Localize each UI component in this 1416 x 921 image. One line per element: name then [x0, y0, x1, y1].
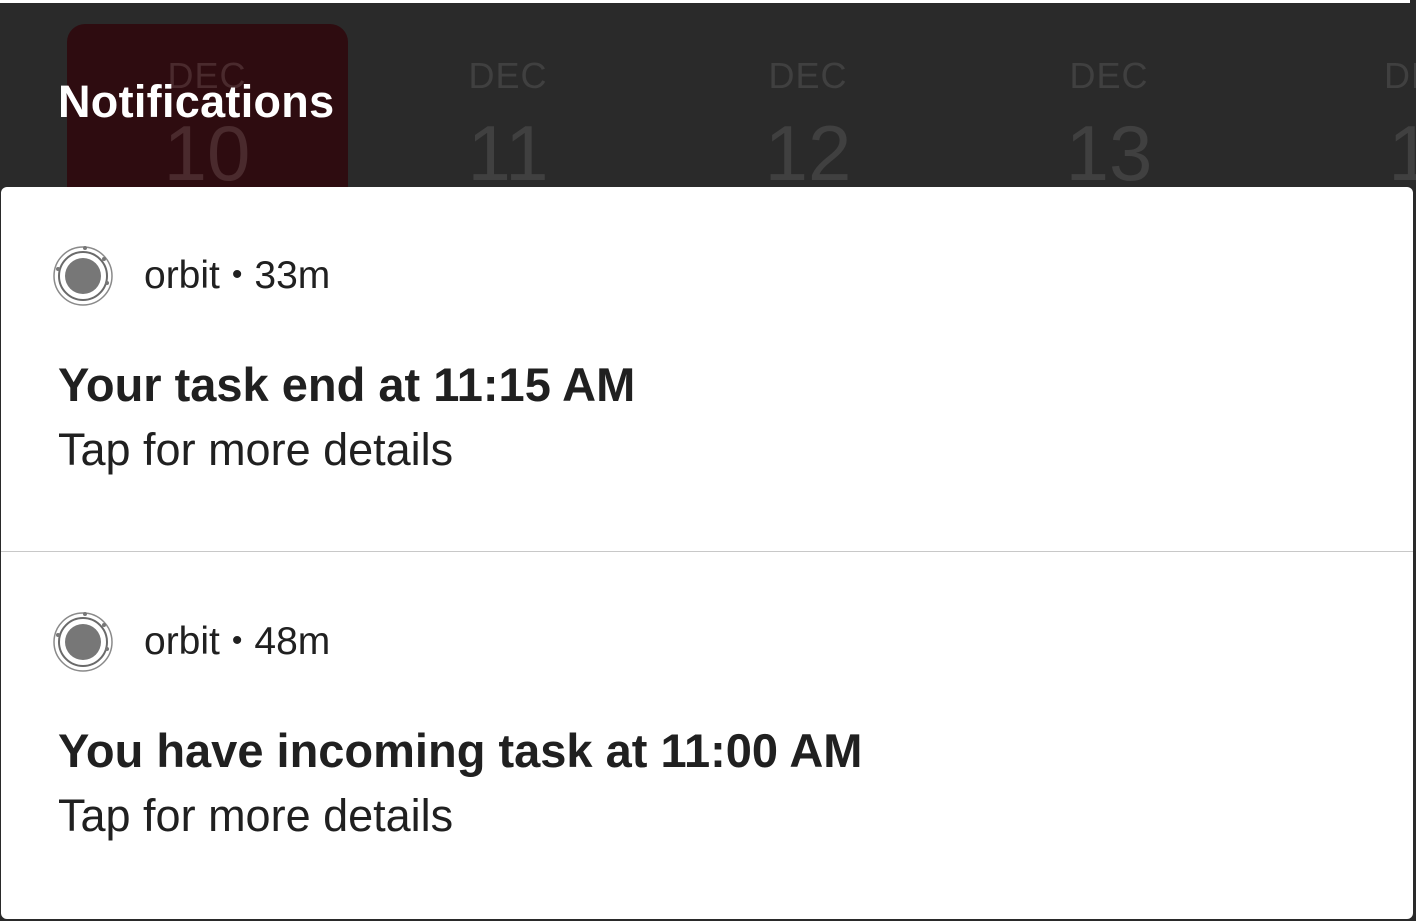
date-item[interactable]: DE 1	[1270, 54, 1416, 190]
date-day: 11	[467, 109, 549, 190]
date-month: DEC	[768, 55, 848, 96]
notification-app-row: orbit • 33m	[52, 245, 330, 307]
meta-separator: •	[231, 624, 243, 657]
notification-meta: orbit • 48m	[144, 620, 330, 664]
date-item[interactable]: DEC 13	[969, 54, 1249, 190]
notification-app-row: orbit • 48m	[52, 611, 330, 673]
date-day: 13	[1065, 109, 1153, 190]
notification-time: 48m	[254, 620, 331, 663]
date-month: DEC	[1069, 55, 1149, 96]
date-day: 12	[764, 109, 852, 190]
notification-card[interactable]: orbit • 33m Your task end at 11:15 AM Tap …	[1, 187, 1413, 551]
notifications-title: Notifications	[58, 76, 335, 127]
app-name: orbit	[144, 620, 220, 663]
meta-separator: •	[231, 258, 243, 291]
notification-text: Tap for more details	[58, 790, 454, 841]
app-name: orbit	[144, 254, 220, 297]
orbit-app-icon	[53, 612, 113, 672]
notification-meta: orbit • 33m	[144, 254, 330, 298]
date-day: 1	[1388, 109, 1416, 190]
notification-card[interactable]: orbit • 48m You have incoming task at 11:0…	[1, 552, 1413, 919]
notification-title: You have incoming task at 11:00 AM	[58, 724, 863, 777]
notification-title: Your task end at 11:15 AM	[58, 358, 636, 411]
orbit-app-icon	[53, 246, 113, 306]
date-item[interactable]: DEC 11	[368, 54, 648, 190]
date-month: DEC	[468, 55, 548, 96]
notification-panel: orbit • 33m Your task end at 11:15 AM Tap …	[1, 187, 1413, 919]
date-month: DE	[1383, 55, 1416, 96]
notification-time: 33m	[254, 254, 331, 297]
notification-text: Tap for more details	[58, 424, 454, 475]
date-item[interactable]: DEC 12	[668, 54, 948, 190]
